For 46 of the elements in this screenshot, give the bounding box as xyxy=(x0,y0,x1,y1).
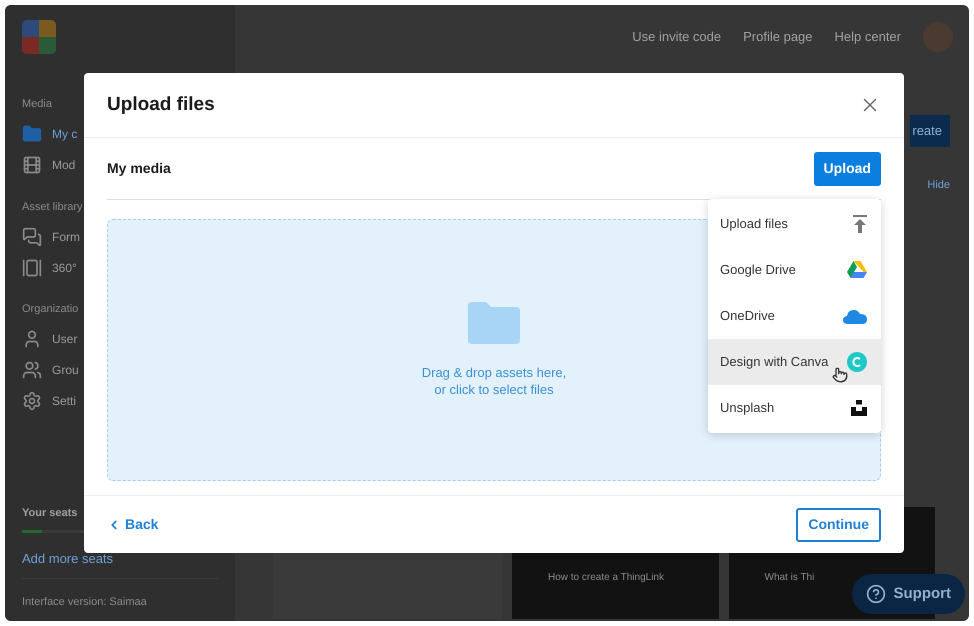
section-label: Asset library xyxy=(22,200,83,214)
hide-link[interactable]: Hide xyxy=(927,177,950,194)
menu-item[interactable]: Google Drive xyxy=(708,247,881,293)
sidebar-icon xyxy=(22,124,42,144)
drop-instructions: Drag & drop assets here, or click to select files xyxy=(422,364,566,398)
sidebar-item[interactable]: My c xyxy=(22,118,78,150)
menu-item[interactable]: Unsplash xyxy=(708,385,881,431)
section-label: Organizatio xyxy=(22,302,78,317)
upload-icon xyxy=(853,215,867,233)
seats-title: Your seats xyxy=(22,506,78,521)
section-title: My media xyxy=(107,159,171,178)
sidebar-item[interactable]: Grou xyxy=(22,354,79,386)
card-caption: How to create a ThingLink xyxy=(548,571,664,585)
menu-item[interactable]: Design with Canva xyxy=(708,339,881,385)
folder-icon xyxy=(468,302,520,344)
cloud-icon xyxy=(843,308,867,324)
sidebar-icon xyxy=(22,391,42,411)
unsplash-icon xyxy=(851,400,867,416)
sidebar-icon xyxy=(22,258,42,278)
sidebar-item[interactable]: Setti xyxy=(22,386,76,416)
sidebar-icon xyxy=(22,226,42,246)
header-link[interactable]: Profile page xyxy=(743,27,813,47)
menu-item[interactable]: Upload files xyxy=(708,201,881,247)
upload-button[interactable]: Upload xyxy=(814,152,881,186)
continue-button[interactable]: Continue xyxy=(796,508,881,542)
sidebar-item[interactable]: Mod xyxy=(22,150,76,180)
support-button[interactable]: Support xyxy=(852,574,965,614)
dialog-title: Upload files xyxy=(107,92,215,117)
create-button[interactable]: reate xyxy=(910,115,950,147)
header-link[interactable]: Help center xyxy=(834,27,901,47)
hand-cursor-icon xyxy=(832,367,848,383)
sidebar-item[interactable]: 360° xyxy=(22,252,77,283)
drive-triangle-icon xyxy=(847,261,867,279)
circle-logo-icon xyxy=(847,352,867,372)
sidebar-icon xyxy=(22,360,42,380)
sidebar-item[interactable]: User xyxy=(22,324,78,354)
header-link[interactable]: Use invite code xyxy=(632,27,722,47)
menu-item[interactable]: OneDrive xyxy=(708,293,881,339)
section-label: Media xyxy=(22,97,52,112)
help-icon xyxy=(866,584,886,604)
card-caption: What is Thi xyxy=(764,571,814,585)
back-button[interactable]: Back xyxy=(107,514,158,535)
sidebar-icon xyxy=(22,155,42,175)
sidebar-item[interactable]: Form xyxy=(22,221,80,252)
version-text: Interface version: Saimaa xyxy=(22,596,147,608)
add-seats-link[interactable]: Add more seats xyxy=(22,548,114,568)
